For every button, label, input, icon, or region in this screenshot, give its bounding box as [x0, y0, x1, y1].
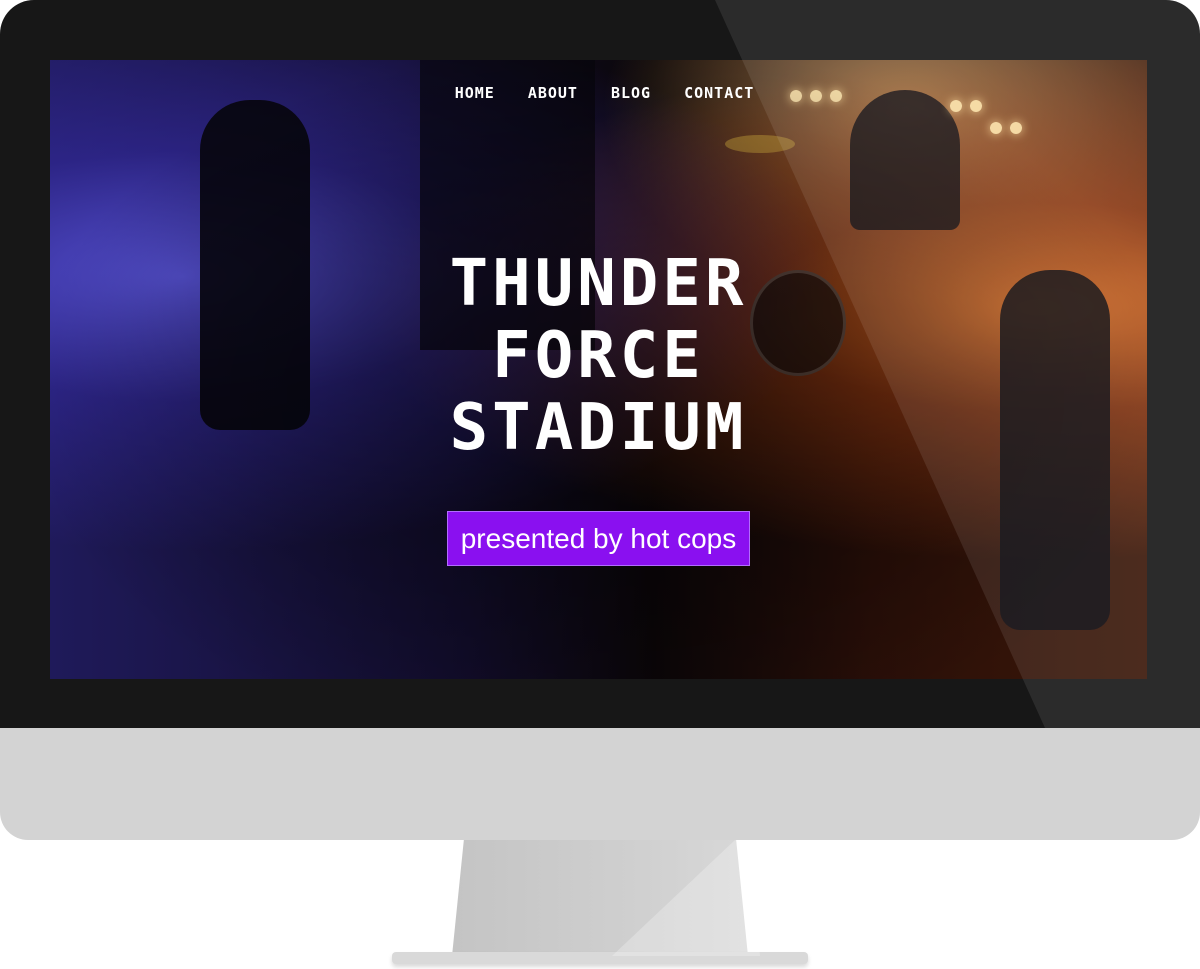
nav-item-contact[interactable]: CONTACT: [684, 84, 754, 102]
hero-title-line: STADIUM: [449, 391, 748, 465]
nav-item-blog[interactable]: BLOG: [611, 84, 651, 102]
main-nav: HOME ABOUT BLOG CONTACT: [50, 84, 1147, 102]
hero-title: THUNDER FORCE STADIUM: [50, 248, 1147, 464]
hero-title-line: THUNDER: [449, 247, 748, 321]
monitor-bezel: HOME ABOUT BLOG CONTACT THUNDER FORCE ST…: [0, 0, 1200, 728]
presented-by-button[interactable]: presented by hot cops: [447, 511, 750, 566]
monitor-mockup: HOME ABOUT BLOG CONTACT THUNDER FORCE ST…: [0, 0, 1200, 969]
hero-title-line: FORCE: [492, 319, 705, 393]
nav-item-home[interactable]: HOME: [455, 84, 495, 102]
monitor-stand-neck: [452, 840, 748, 956]
nav-item-about[interactable]: ABOUT: [528, 84, 578, 102]
monitor-chin: [0, 728, 1200, 840]
website-screen: HOME ABOUT BLOG CONTACT THUNDER FORCE ST…: [50, 60, 1147, 679]
monitor-stand-foot: [392, 952, 808, 964]
